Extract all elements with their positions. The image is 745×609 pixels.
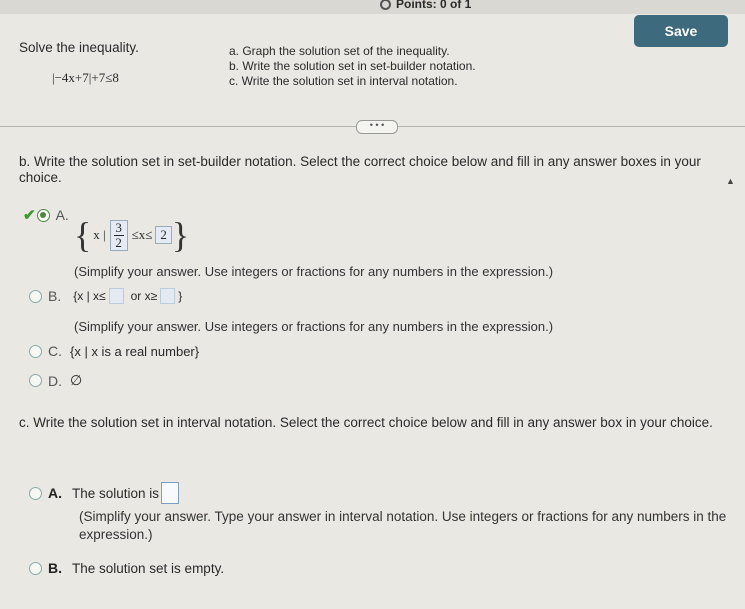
radio-part-b-c[interactable] <box>29 344 42 358</box>
part-c-a-hint: (Simplify your answer. Type your answer … <box>79 509 727 542</box>
caret-up-icon: ▲ <box>726 176 735 186</box>
progress-ring-icon <box>380 0 391 10</box>
option-letter: B. <box>48 560 62 576</box>
option-letter: D. <box>48 372 62 389</box>
set-b-part2: or x≥ <box>130 289 158 303</box>
part-c-option-b[interactable]: B. The solution set is empty. <box>29 560 224 576</box>
set-middle: ≤x≤ <box>131 227 153 242</box>
top-bar <box>0 0 745 14</box>
option-letter: A. <box>48 485 62 501</box>
points-label: Points: 0 of 1 <box>396 0 472 11</box>
part-c-option-a[interactable]: A. The solution is <box>29 482 180 504</box>
part-b-prompt: b. Write the solution set in set-builder… <box>19 154 701 185</box>
radio-part-b-a[interactable] <box>36 208 50 222</box>
part-b-a-hint: (Simplify your answer. Use integers or f… <box>74 264 554 279</box>
set-b-input-2[interactable] <box>160 288 176 304</box>
upper-bound-input[interactable]: 2 <box>155 226 172 244</box>
expand-button[interactable]: • • • <box>356 120 398 134</box>
radio-part-c-a[interactable] <box>29 486 42 500</box>
fraction-numerator: 3 <box>115 219 122 235</box>
part-b-option-b[interactable]: B. {x | x≤ or x≥ } <box>29 288 182 304</box>
part-b-option-d[interactable]: D. ∅ <box>29 372 82 389</box>
task-list: a. Graph the solution set of the inequal… <box>229 44 476 89</box>
task-a: a. Graph the solution set of the inequal… <box>229 44 450 58</box>
empty-set-symbol: ∅ <box>70 372 83 388</box>
lower-bound-input[interactable]: 3 2 <box>109 219 128 251</box>
radio-part-b-d[interactable] <box>29 374 42 387</box>
option-letter: A. <box>55 207 69 223</box>
part-b-option-a[interactable]: ✔ A. <box>23 206 69 224</box>
set-prefix: x | <box>93 227 106 242</box>
set-b-part1: {x | x≤ <box>73 289 106 303</box>
task-b: b. Write the solution set in set-builder… <box>229 59 476 73</box>
right-brace: } <box>171 215 190 255</box>
radio-part-b-b[interactable] <box>29 289 42 303</box>
problem-instruction: Solve the inequality. <box>19 40 139 55</box>
task-c: c. Write the solution set in interval no… <box>229 74 458 88</box>
left-brace: { <box>74 215 92 255</box>
part-b-b-hint: (Simplify your answer. Use integers or f… <box>74 319 554 334</box>
points-indicator: Points: 0 of 1 <box>380 0 471 11</box>
set-b-input-1[interactable] <box>108 288 124 304</box>
fraction-denominator: 2 <box>115 234 122 250</box>
option-letter: B. <box>48 288 62 304</box>
set-builder-answer-a: { x | 3 2 ≤x≤ 2 } <box>74 214 189 256</box>
set-b-part3: } <box>178 289 183 303</box>
radio-part-c-b[interactable] <box>29 561 42 575</box>
section-divider: • • • <box>0 120 745 134</box>
part-b-option-c[interactable]: C. {x | x is a real number} <box>29 343 199 359</box>
checkmark-icon: ✔ <box>23 207 36 224</box>
interval-answer-input[interactable] <box>161 482 180 504</box>
part-c-prompt: c. Write the solution set in interval no… <box>19 415 713 430</box>
option-text: The solution is <box>72 485 160 501</box>
option-letter: C. <box>48 343 62 359</box>
option-text: The solution set is empty. <box>72 560 225 576</box>
option-c-text: {x | x is a real number} <box>70 343 200 359</box>
inequality-expression: |−4x+7|+7≤8 <box>52 70 119 85</box>
